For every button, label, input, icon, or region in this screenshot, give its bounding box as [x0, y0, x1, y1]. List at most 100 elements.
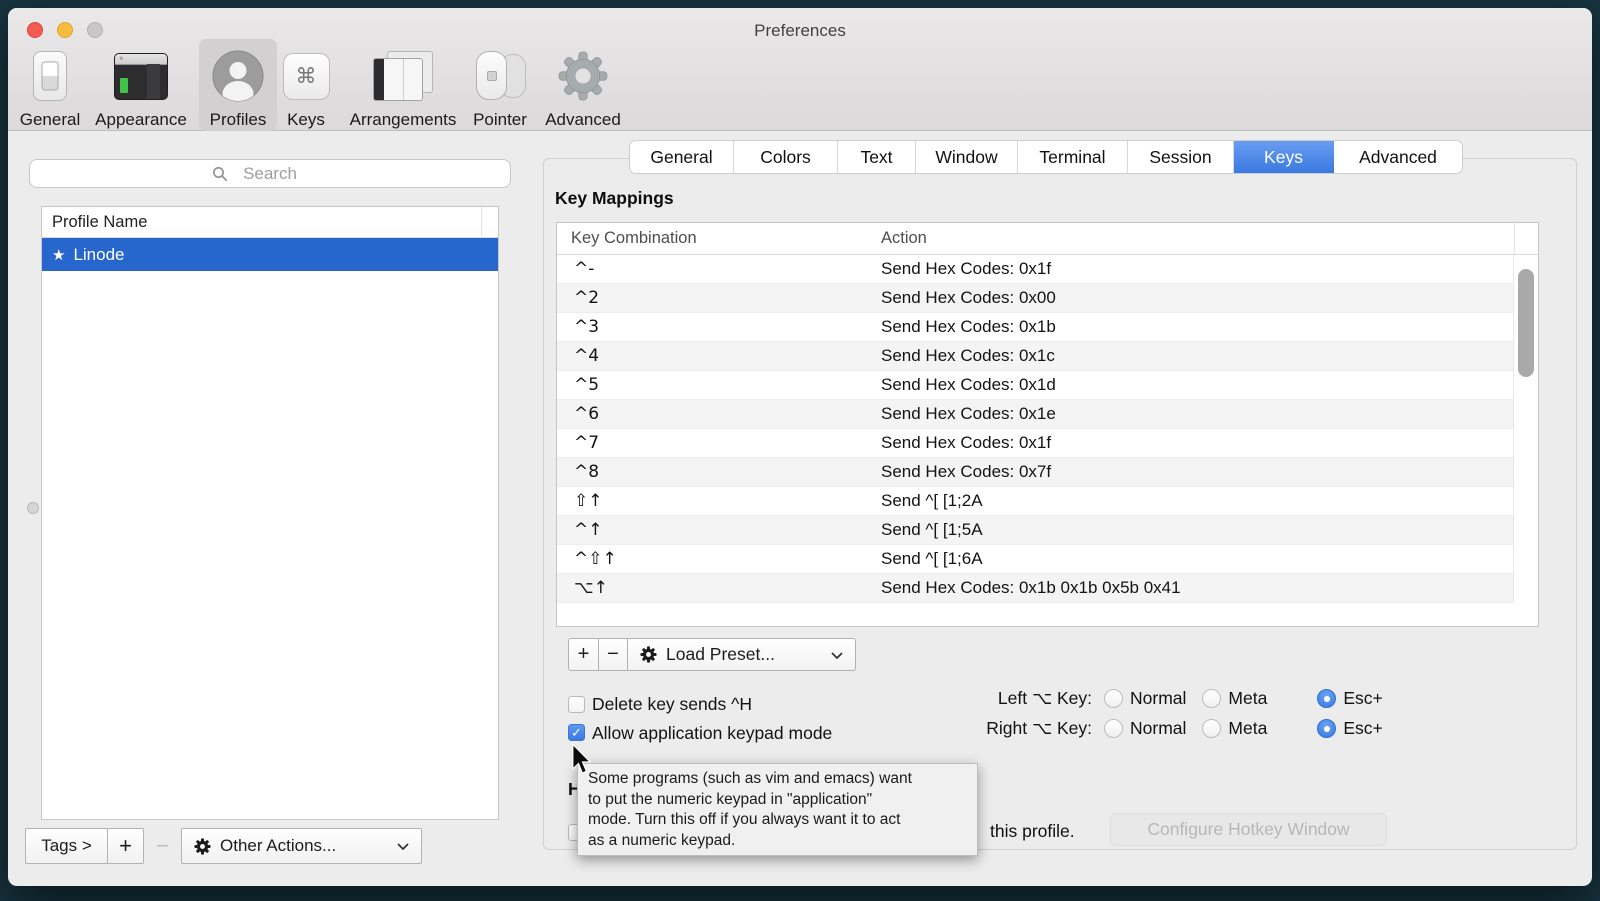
toolbar-item-general[interactable]: General — [14, 39, 86, 131]
table-row[interactable]: ^4Send Hex Codes: 0x1c — [557, 342, 1513, 371]
action-cell: Send ^[ [1;2A — [869, 491, 1513, 511]
key-combination-cell: ^2 — [557, 288, 869, 308]
configure-hotkey-window-button[interactable]: Configure Hotkey Window — [1110, 813, 1387, 846]
toolbar-label: Advanced — [545, 110, 621, 129]
application-keypad-checkbox[interactable]: ✓ — [568, 724, 585, 741]
command-key-icon: ⌘ — [283, 45, 330, 107]
right-option-normal-radio[interactable] — [1104, 719, 1123, 738]
tab-text[interactable]: Text — [838, 141, 916, 173]
toolbar-item-appearance[interactable]: × Appearance — [93, 39, 189, 131]
right-option-esc-radio[interactable] — [1317, 719, 1336, 738]
action-cell: Send ^[ [1;5A — [869, 520, 1513, 540]
add-profile-button[interactable]: + — [107, 828, 144, 864]
table-row[interactable]: ^⇧↑Send ^[ [1;6A — [557, 545, 1513, 574]
add-mapping-button[interactable]: + — [568, 638, 599, 671]
table-row[interactable]: ^6Send Hex Codes: 0x1e — [557, 400, 1513, 429]
key-mappings-table: Key Combination Action ^-Send Hex Codes:… — [556, 222, 1539, 627]
tab-general[interactable]: General — [630, 141, 734, 173]
right-option-key-row: Right ⌥ Key: Normal Meta Esc+ — [952, 718, 1383, 739]
key-combination-cell: ^8 — [557, 462, 869, 482]
right-option-key-label: Right ⌥ Key: — [952, 718, 1092, 739]
mouse-cursor-icon — [571, 743, 593, 780]
profile-tabs: General Colors Text Window Terminal Sess… — [630, 141, 1462, 173]
tab-keys[interactable]: Keys — [1234, 141, 1334, 173]
gear-icon — [640, 646, 657, 663]
mouse-icon — [471, 45, 529, 107]
chevron-down-icon — [831, 644, 843, 665]
table-row[interactable]: ^3Send Hex Codes: 0x1b — [557, 313, 1513, 342]
toolbar-item-advanced[interactable]: Advanced — [541, 39, 625, 131]
left-option-esc-radio[interactable] — [1317, 689, 1336, 708]
toolbar-item-profiles[interactable]: Profiles — [199, 39, 277, 131]
radio-label: Esc+ — [1343, 688, 1382, 709]
tab-advanced[interactable]: Advanced — [1334, 141, 1462, 173]
table-row[interactable]: ^5Send Hex Codes: 0x1d — [557, 371, 1513, 400]
action-cell: Send Hex Codes: 0x00 — [869, 288, 1513, 308]
key-combination-cell: ^7 — [557, 433, 869, 453]
left-option-meta-radio[interactable] — [1202, 689, 1221, 708]
remove-profile-button[interactable]: − — [144, 828, 181, 864]
table-row[interactable]: ^↑Send ^[ [1;5A — [557, 516, 1513, 545]
tab-colors[interactable]: Colors — [734, 141, 838, 173]
tab-session[interactable]: Session — [1128, 141, 1234, 173]
toolbar-item-keys[interactable]: ⌘ Keys — [278, 39, 334, 131]
tab-terminal[interactable]: Terminal — [1018, 141, 1128, 173]
table-row[interactable]: ^2Send Hex Codes: 0x00 — [557, 284, 1513, 313]
toolbar-item-arrangements[interactable]: Arrangements — [347, 39, 459, 131]
toolbar-label: Profiles — [210, 110, 267, 129]
action-cell: Send Hex Codes: 0x1e — [869, 404, 1513, 424]
table-row[interactable]: ^-Send Hex Codes: 0x1f — [557, 255, 1513, 284]
key-combination-cell: ⌥↑ — [557, 578, 869, 598]
column-header-key-combination[interactable]: Key Combination — [557, 229, 869, 248]
delete-key-checkbox[interactable] — [568, 696, 585, 713]
pane-splitter-handle[interactable] — [27, 502, 39, 514]
radio-label: Meta — [1228, 688, 1267, 709]
hotkey-text-fragment: this profile. — [990, 821, 1075, 842]
scrollbar-gutter — [1514, 223, 1538, 254]
toolbar-item-pointer[interactable]: Pointer — [465, 39, 535, 131]
toolbar-label: General — [20, 110, 80, 129]
arrangements-panes-icon — [373, 45, 433, 107]
action-cell: Send Hex Codes: 0x1b — [869, 317, 1513, 337]
key-combination-cell: ^3 — [557, 317, 869, 337]
profile-list-header: Profile Name — [42, 207, 498, 238]
preferences-window: Preferences General × Appearance Profile… — [8, 8, 1592, 886]
profile-name: Linode — [73, 245, 124, 265]
radio-label: Normal — [1130, 688, 1186, 709]
table-row[interactable]: ^8Send Hex Codes: 0x7f — [557, 458, 1513, 487]
tooltip-line: Some programs (such as vim and emacs) wa… — [588, 769, 967, 790]
table-scrollbar-thumb[interactable] — [1518, 269, 1534, 377]
action-cell: Send Hex Codes: 0x1f — [869, 433, 1513, 453]
search-input[interactable] — [30, 160, 510, 187]
key-mappings-rows: ^-Send Hex Codes: 0x1f ^2Send Hex Codes:… — [557, 255, 1514, 603]
key-mappings-heading: Key Mappings — [555, 188, 674, 209]
table-row[interactable]: ⌥↑Send Hex Codes: 0x1b 0x1b 0x5b 0x41 — [557, 574, 1513, 603]
general-switch-icon — [33, 45, 67, 107]
toolbar-label: Keys — [287, 110, 325, 129]
table-row[interactable]: ⇧↑Send ^[ [1;2A — [557, 487, 1513, 516]
mapping-buttons-group: + − Load Preset... — [568, 638, 856, 671]
column-header-action[interactable]: Action — [869, 229, 1514, 248]
other-actions-dropdown[interactable]: Other Actions... — [181, 828, 422, 864]
tags-button[interactable]: Tags > — [25, 828, 108, 864]
left-option-normal-radio[interactable] — [1104, 689, 1123, 708]
load-preset-dropdown[interactable]: Load Preset... — [627, 638, 856, 671]
radio-label: Normal — [1130, 718, 1186, 739]
application-keypad-label: Allow application keypad mode — [592, 723, 832, 744]
chevron-down-icon — [397, 836, 409, 856]
key-combination-cell: ^6 — [557, 404, 869, 424]
remove-mapping-button[interactable]: − — [598, 638, 628, 671]
right-option-meta-radio[interactable] — [1202, 719, 1221, 738]
radio-label: Esc+ — [1343, 718, 1382, 739]
default-profile-star-icon: ★ — [52, 246, 65, 264]
action-cell: Send Hex Codes: 0x1f — [869, 259, 1513, 279]
table-row[interactable]: ^7Send Hex Codes: 0x1f — [557, 429, 1513, 458]
command-glyph: ⌘ — [296, 64, 317, 89]
profile-search-field[interactable] — [29, 159, 511, 188]
action-cell: Send ^[ [1;6A — [869, 549, 1513, 569]
key-combination-cell: ^↑ — [557, 520, 869, 540]
profile-row-linode[interactable]: ★ Linode — [42, 238, 498, 271]
load-preset-label: Load Preset... — [666, 644, 775, 665]
tab-window[interactable]: Window — [916, 141, 1018, 173]
gear-icon — [194, 838, 211, 855]
